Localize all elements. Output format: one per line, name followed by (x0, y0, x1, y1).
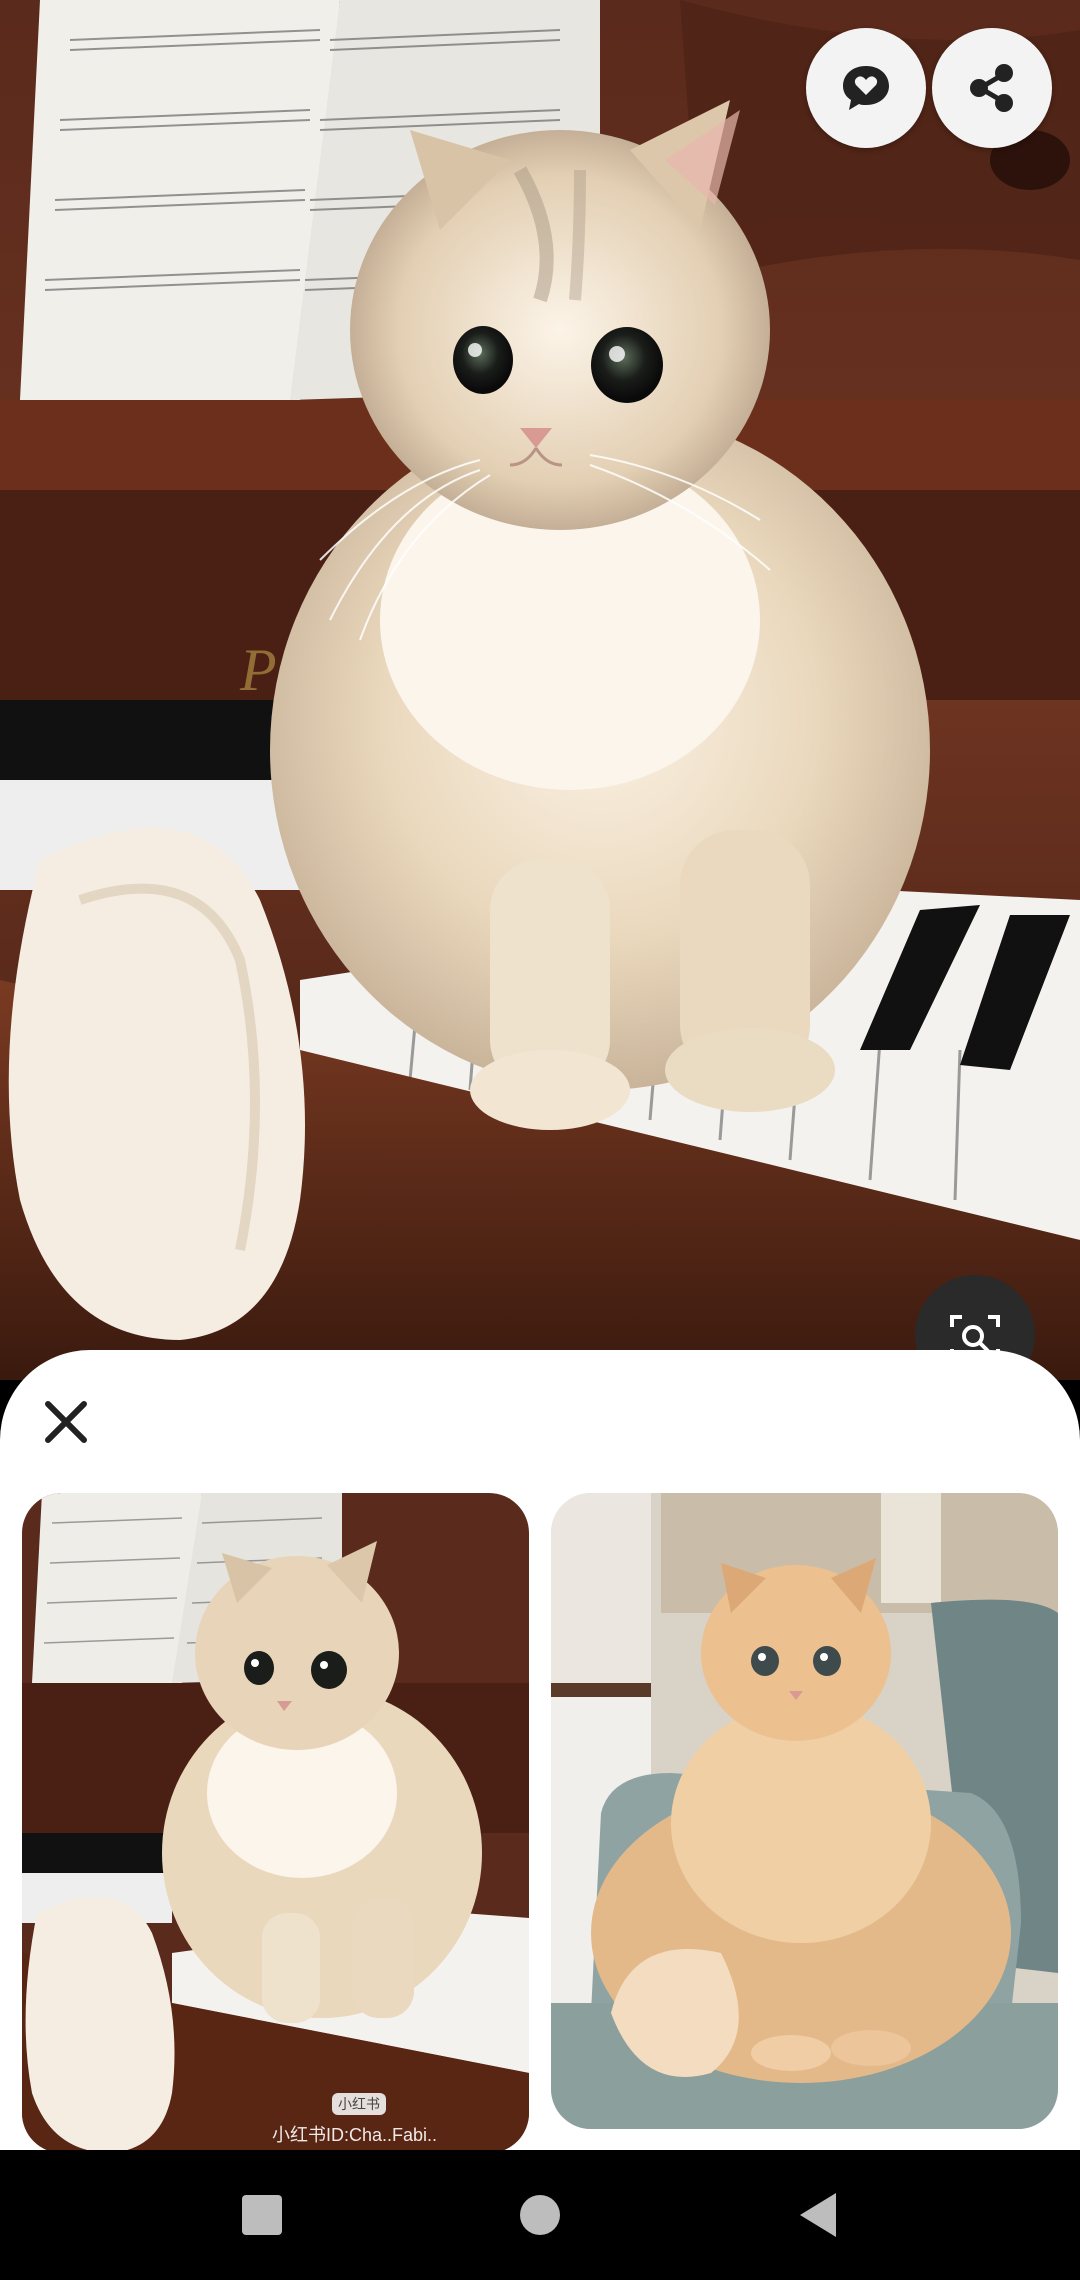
home-button[interactable] (500, 2180, 580, 2250)
kitten-piano-photo: P (0, 0, 1080, 1380)
watermark-text: 小红书ID:Cha..Fabi.. (272, 2125, 438, 2145)
screen: P 小红书 小红书ID:Cha..Fabi.. (0, 0, 1080, 2280)
result-image-2[interactable] (551, 1493, 1058, 2129)
comment-button[interactable] (806, 28, 926, 148)
result-image-1[interactable]: 小红书 小红书ID:Cha..Fabi.. (22, 1493, 529, 2150)
circle-icon (520, 2195, 560, 2235)
kitten-piano-thumbnail (22, 1493, 529, 2150)
share-button[interactable] (932, 28, 1052, 148)
chat-bubble-heart-icon (843, 66, 889, 110)
back-button[interactable] (778, 2180, 858, 2250)
watermark-badge: 小红书 (332, 2093, 386, 2115)
close-icon (45, 1401, 87, 1443)
square-icon (242, 2195, 282, 2235)
svg-text:P: P (239, 637, 277, 703)
triangle-back-icon (800, 2193, 836, 2237)
recents-button[interactable] (222, 2180, 302, 2250)
orange-kitten-thumbnail (551, 1493, 1058, 2129)
close-button[interactable] (36, 1392, 96, 1452)
navigation-bar (0, 2150, 1080, 2280)
results-sheet: 小红书 小红书ID:Cha..Fabi.. (0, 1350, 1080, 2150)
share-icon (970, 64, 1013, 112)
main-image[interactable]: P (0, 0, 1080, 1380)
watermark: 小红书 小红书ID:Cha..Fabi.. (272, 2093, 437, 2147)
